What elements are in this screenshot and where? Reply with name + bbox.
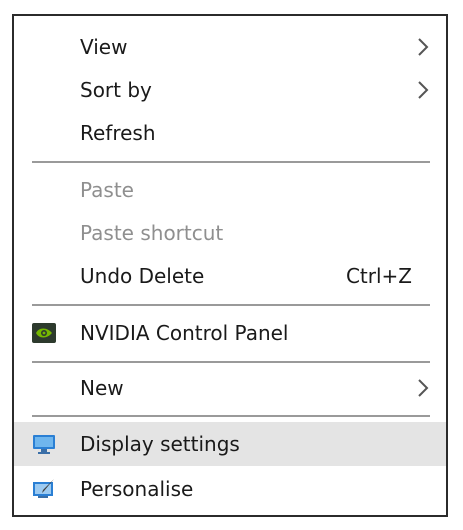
menu-item-label: Personalise xyxy=(80,477,194,501)
menu-item-new[interactable]: New xyxy=(14,367,446,409)
menu-item-paste-shortcut: Paste shortcut xyxy=(14,212,446,254)
menu-separator xyxy=(32,161,430,163)
menu-item-display-settings[interactable]: Display settings xyxy=(14,422,446,466)
desktop-context-menu: View Sort by Refresh Paste Paste shortcu… xyxy=(12,14,448,517)
menu-item-label: Sort by xyxy=(80,78,152,102)
menu-item-label: Display settings xyxy=(80,432,240,456)
menu-item-label: Refresh xyxy=(80,121,156,145)
menu-separator xyxy=(32,304,430,306)
shortcut-hint: Ctrl+Z xyxy=(345,264,412,288)
menu-item-label: Undo Delete xyxy=(80,264,205,288)
personalise-icon xyxy=(33,479,54,498)
menu-item-label: Paste shortcut xyxy=(80,221,224,245)
display-icon xyxy=(33,435,55,454)
menu-item-paste: Paste xyxy=(14,169,446,211)
menu-item-sort-by[interactable]: Sort by xyxy=(14,69,446,111)
nvidia-icon xyxy=(32,323,56,343)
menu-item-label: NVIDIA Control Panel xyxy=(80,321,289,345)
menu-item-label: New xyxy=(80,376,124,400)
menu-item-view[interactable]: View xyxy=(14,26,446,68)
chevron-right-icon xyxy=(418,379,429,397)
menu-item-undo-delete[interactable]: Undo Delete Ctrl+Z xyxy=(14,255,446,297)
menu-item-personalise[interactable]: Personalise xyxy=(14,468,446,510)
menu-item-refresh[interactable]: Refresh xyxy=(14,112,446,154)
chevron-right-icon xyxy=(418,38,429,56)
menu-item-label: Paste xyxy=(80,178,134,202)
menu-separator xyxy=(32,361,430,363)
chevron-right-icon xyxy=(418,81,429,99)
menu-separator xyxy=(32,415,430,417)
menu-item-label: View xyxy=(80,35,128,59)
menu-item-nvidia-control-panel[interactable]: NVIDIA Control Panel xyxy=(14,312,446,354)
